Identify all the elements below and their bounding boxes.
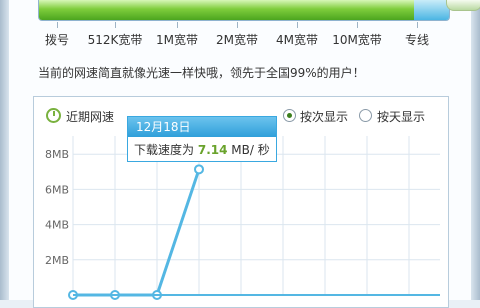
tooltip-speed-value: 7.14 [197,143,228,157]
chart-y-tick-labels: 2MB 4MB 6MB 8MB [45,148,69,267]
tooltip-date: 12月18日 [128,117,276,137]
data-point [194,164,204,175]
y-tick-label: 4MB [45,219,69,232]
y-tick-label: 6MB [45,183,69,196]
speed-tooltip: 12月18日 下载速度为 7.14 MB/ 秒 [127,116,277,162]
y-tick-label: 2MB [45,254,69,267]
speed-test-window: 拨号 512K宽带 1M宽带 2M宽带 4M宽带 10M宽带 专线 当前的网速简… [0,0,480,308]
chart-points [68,164,204,300]
tooltip-body: 下载速度为 7.14 MB/ 秒 [134,141,270,158]
tooltip-speed-unit: MB/ 秒 [231,143,270,157]
y-tick-label: 8MB [45,148,69,161]
series-line [73,168,201,297]
tooltip-prefix: 下载速度为 [134,143,195,157]
